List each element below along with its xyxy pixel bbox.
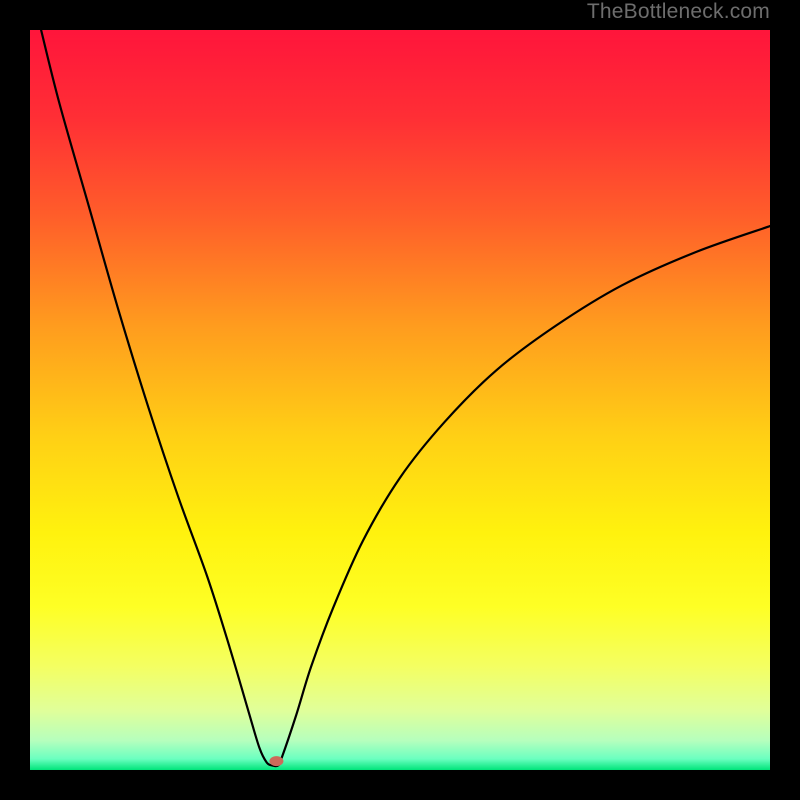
watermark-text: TheBottleneck.com	[587, 0, 770, 24]
gradient-background	[30, 30, 770, 770]
optimum-marker	[269, 756, 283, 766]
chart-frame: TheBottleneck.com	[0, 0, 800, 800]
plot-area	[30, 30, 770, 770]
bottleneck-chart	[30, 30, 770, 770]
